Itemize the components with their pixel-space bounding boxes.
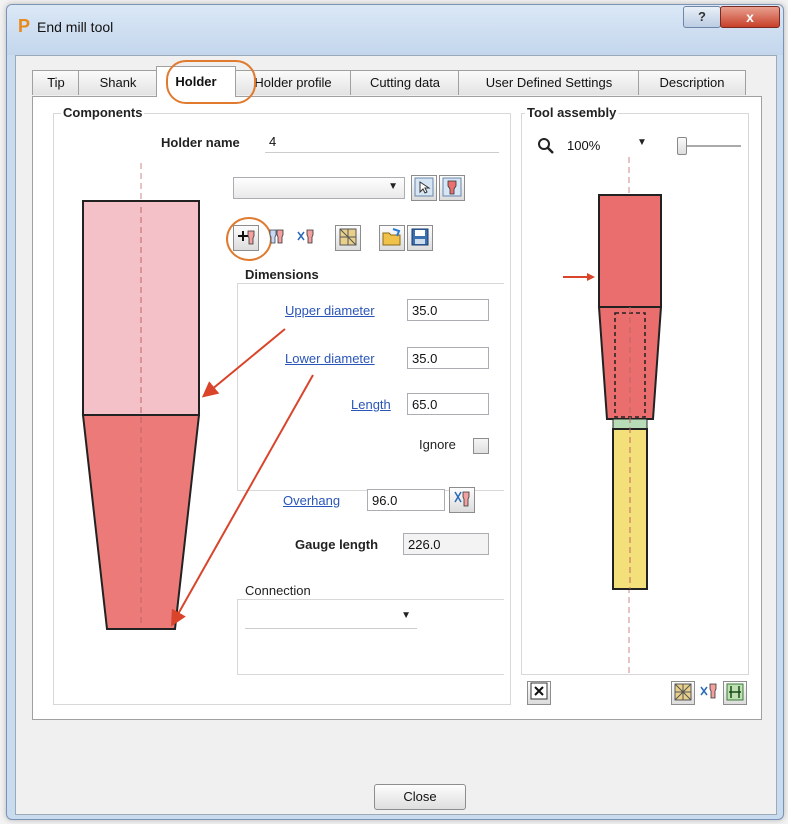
magnifier-icon[interactable] <box>537 137 555 155</box>
assembly-holder-icon[interactable] <box>697 681 721 705</box>
lower-diameter-arrow <box>171 374 314 627</box>
tab-shank[interactable]: Shank <box>78 70 158 95</box>
tool-assembly-preview <box>563 157 663 677</box>
holder-panel: Components Holder name 4 ▼ Dimensions Up… <box>32 96 762 720</box>
tab-tip[interactable]: Tip <box>32 70 80 95</box>
close-button[interactable]: Close <box>374 784 466 810</box>
zoom-slider-track[interactable] <box>685 145 741 147</box>
assembly-grid-icon[interactable] <box>671 681 695 705</box>
assembly-holder-upper <box>598 194 662 308</box>
holder-tab-highlight <box>166 60 256 104</box>
title-bar: P End mill tool ? x <box>7 5 783 55</box>
app-p-icon: P <box>17 16 30 36</box>
chevron-down-icon[interactable]: ▼ <box>637 137 647 148</box>
dialog-client: Tip Shank Holder Holder profile Cutting … <box>15 55 777 815</box>
tool-assembly-title: Tool assembly <box>525 105 619 120</box>
end-mill-tool-dialog: P End mill tool ? x Tip Shank Holder Hol… <box>6 4 784 820</box>
tab-user-defined-settings[interactable]: User Defined Settings <box>458 70 640 95</box>
help-button[interactable]: ? <box>683 6 721 28</box>
fit-view-icon[interactable] <box>527 681 551 705</box>
upper-diameter-arrow <box>201 328 286 398</box>
tab-description[interactable]: Description <box>638 70 746 95</box>
assembly-marker-arrowhead <box>587 273 595 281</box>
zoom-slider-thumb[interactable] <box>677 137 687 155</box>
annotation-arrows <box>171 328 314 627</box>
assembly-align-icon[interactable] <box>723 681 747 705</box>
window-title: End mill tool <box>37 19 114 35</box>
tab-cutting-data[interactable]: Cutting data <box>350 70 460 95</box>
close-window-button[interactable]: x <box>720 6 780 28</box>
